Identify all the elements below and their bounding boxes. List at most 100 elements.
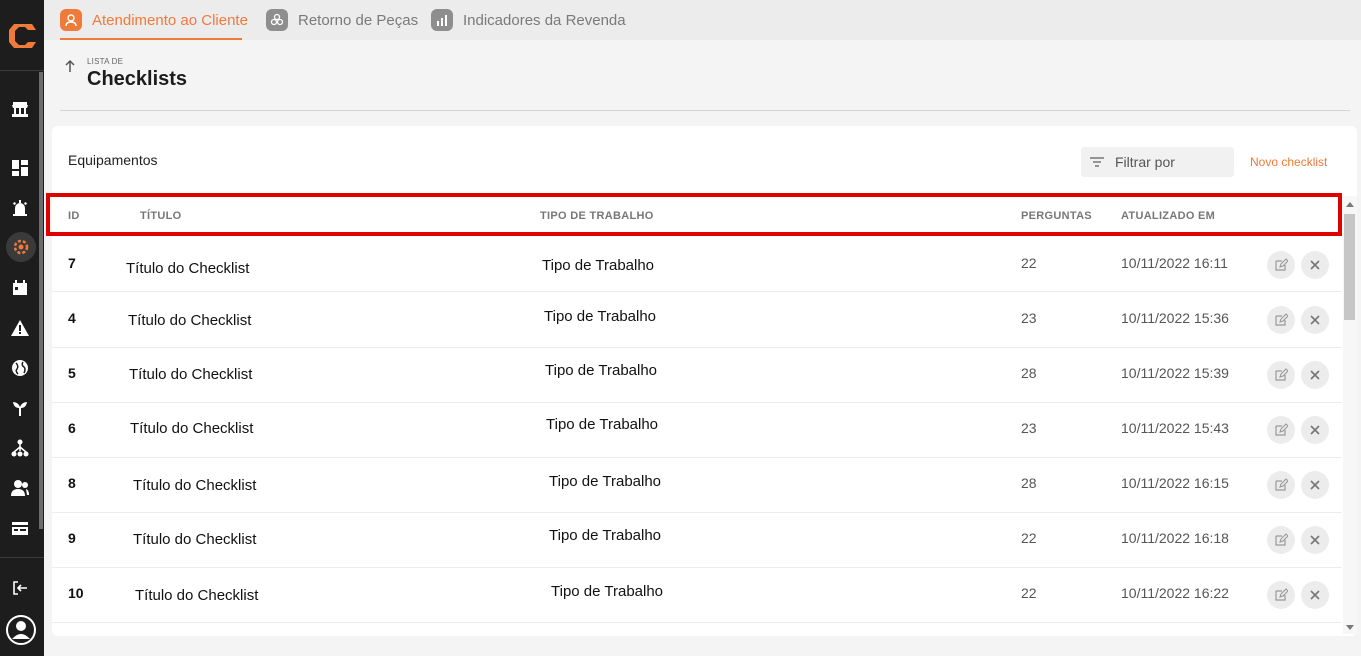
- table-row[interactable]: 8 Título do Checklist Tipo de Trabalho 2…: [52, 458, 1342, 513]
- edit-icon: [1275, 533, 1288, 546]
- row-updated: 10/11/2022 16:18: [1121, 530, 1229, 546]
- header-divider: [60, 110, 1350, 111]
- billing-icon[interactable]: [8, 516, 32, 540]
- row-updated: 10/11/2022 16:22: [1121, 585, 1229, 601]
- row-id: 6: [68, 420, 76, 436]
- parts-icon: [266, 9, 288, 31]
- delete-button[interactable]: [1301, 581, 1329, 609]
- scrollbar-thumb[interactable]: [1344, 214, 1355, 320]
- tab-label: Retorno de Peças: [298, 11, 419, 29]
- globe-icon[interactable]: [8, 356, 32, 380]
- close-icon: [1310, 425, 1320, 435]
- scroll-down-icon[interactable]: [1346, 625, 1354, 630]
- filter-icon: [1090, 157, 1104, 167]
- new-checklist-button[interactable]: Novo checklist: [1250, 155, 1327, 169]
- tab-label: Indicadores da Revenda: [463, 11, 626, 29]
- edit-icon: [1275, 368, 1288, 381]
- row-work-type: Tipo de Trabalho: [551, 583, 664, 600]
- table-row[interactable]: 6 Título do Checklist Tipo de Trabalho 2…: [52, 403, 1342, 458]
- delete-button[interactable]: [1301, 306, 1329, 334]
- row-work-type: Tipo de Trabalho: [546, 416, 659, 433]
- edit-button[interactable]: [1267, 361, 1295, 389]
- calendar-icon[interactable]: [8, 276, 32, 300]
- row-work-type: Tipo de Trabalho: [549, 473, 662, 490]
- table-row[interactable]: 10 Título do Checklist Tipo de Trabalho …: [52, 568, 1342, 623]
- row-questions: 22: [1021, 530, 1037, 546]
- filter-input[interactable]: Filtrar por: [1081, 147, 1234, 177]
- edit-button[interactable]: [1267, 306, 1295, 334]
- warning-icon[interactable]: [8, 316, 32, 340]
- row-updated: 10/11/2022 15:36: [1121, 310, 1229, 326]
- row-title: Título do Checklist: [133, 531, 257, 548]
- filter-placeholder: Filtrar por: [1115, 154, 1175, 170]
- tab-retorno-pecas[interactable]: Retorno de Peças: [266, 0, 418, 40]
- back-arrow-icon[interactable]: [62, 58, 78, 74]
- edit-button[interactable]: [1267, 526, 1295, 554]
- row-id: 9: [68, 530, 76, 546]
- row-work-type: Tipo de Trabalho: [544, 308, 657, 325]
- row-updated: 10/11/2022 15:39: [1121, 365, 1229, 381]
- app-logo[interactable]: [6, 20, 38, 52]
- delete-button[interactable]: [1301, 526, 1329, 554]
- edit-button[interactable]: [1267, 471, 1295, 499]
- close-icon: [1310, 480, 1320, 490]
- row-id: 8: [68, 475, 76, 491]
- delete-button[interactable]: [1301, 361, 1329, 389]
- row-title: Título do Checklist: [129, 366, 253, 383]
- logout-icon[interactable]: [8, 576, 32, 600]
- users-icon[interactable]: [8, 476, 32, 500]
- scroll-up-icon[interactable]: [1346, 202, 1354, 207]
- table-row[interactable]: 7 Título do Checklist Tipo de Trabalho 2…: [52, 237, 1342, 292]
- delete-button[interactable]: [1301, 416, 1329, 444]
- close-icon: [1310, 260, 1320, 270]
- table-row[interactable]: 9 Título do Checklist Tipo de Trabalho 2…: [52, 513, 1342, 568]
- row-questions: 23: [1021, 310, 1037, 326]
- edit-icon: [1275, 313, 1288, 326]
- header-highlight-box: [46, 193, 1342, 236]
- row-title: Título do Checklist: [128, 312, 252, 329]
- row-work-type: Tipo de Trabalho: [542, 257, 655, 274]
- delete-button[interactable]: [1301, 251, 1329, 279]
- edit-button[interactable]: [1267, 581, 1295, 609]
- row-title: Título do Checklist: [133, 477, 257, 494]
- hierarchy-icon[interactable]: [8, 436, 32, 460]
- tab-atendimento[interactable]: Atendimento ao Cliente: [60, 0, 248, 40]
- table-row[interactable]: 5 Título do Checklist Tipo de Trabalho 2…: [52, 348, 1342, 403]
- row-questions: 22: [1021, 255, 1037, 271]
- close-icon: [1310, 370, 1320, 380]
- edit-button[interactable]: [1267, 251, 1295, 279]
- row-title: Título do Checklist: [135, 587, 259, 604]
- tab-label: Atendimento ao Cliente: [92, 11, 248, 29]
- sidebar-divider: [0, 70, 44, 71]
- row-id: 5: [68, 365, 76, 381]
- delete-button[interactable]: [1301, 471, 1329, 499]
- row-title: Título do Checklist: [130, 420, 254, 437]
- page-title: Checklists: [87, 68, 188, 90]
- dashboard-icon[interactable]: [8, 156, 32, 180]
- bar-chart-icon: [431, 9, 453, 31]
- row-work-type: Tipo de Trabalho: [549, 527, 662, 544]
- page-header: LISTA DE Checklists: [60, 40, 1350, 110]
- alarm-icon[interactable]: [8, 196, 32, 220]
- table-scrollbar[interactable]: [1343, 196, 1357, 634]
- row-id: 10: [68, 585, 84, 601]
- edit-button[interactable]: [1267, 416, 1295, 444]
- top-tabs: Atendimento ao Cliente Retorno de Peças …: [44, 0, 1361, 40]
- close-icon: [1310, 590, 1320, 600]
- sidebar-divider-bottom: [0, 557, 44, 558]
- row-title: Título do Checklist: [126, 260, 250, 277]
- table-row[interactable]: 4 Título do Checklist Tipo de Trabalho 2…: [52, 293, 1342, 348]
- account-icon[interactable]: [5, 614, 37, 646]
- edit-icon: [1275, 588, 1288, 601]
- edit-icon: [1275, 478, 1288, 491]
- row-questions: 22: [1021, 585, 1037, 601]
- store-icon[interactable]: [8, 97, 32, 121]
- tab-indicadores[interactable]: Indicadores da Revenda: [431, 0, 626, 40]
- card-title: Equipamentos: [68, 152, 158, 168]
- service-gear-icon[interactable]: [6, 232, 36, 262]
- sidebar-scrollbar[interactable]: [39, 72, 43, 529]
- row-updated: 10/11/2022 15:43: [1121, 420, 1229, 436]
- row-updated: 10/11/2022 16:15: [1121, 475, 1229, 491]
- plant-icon[interactable]: [8, 396, 32, 420]
- page-pretitle: LISTA DE: [87, 57, 124, 66]
